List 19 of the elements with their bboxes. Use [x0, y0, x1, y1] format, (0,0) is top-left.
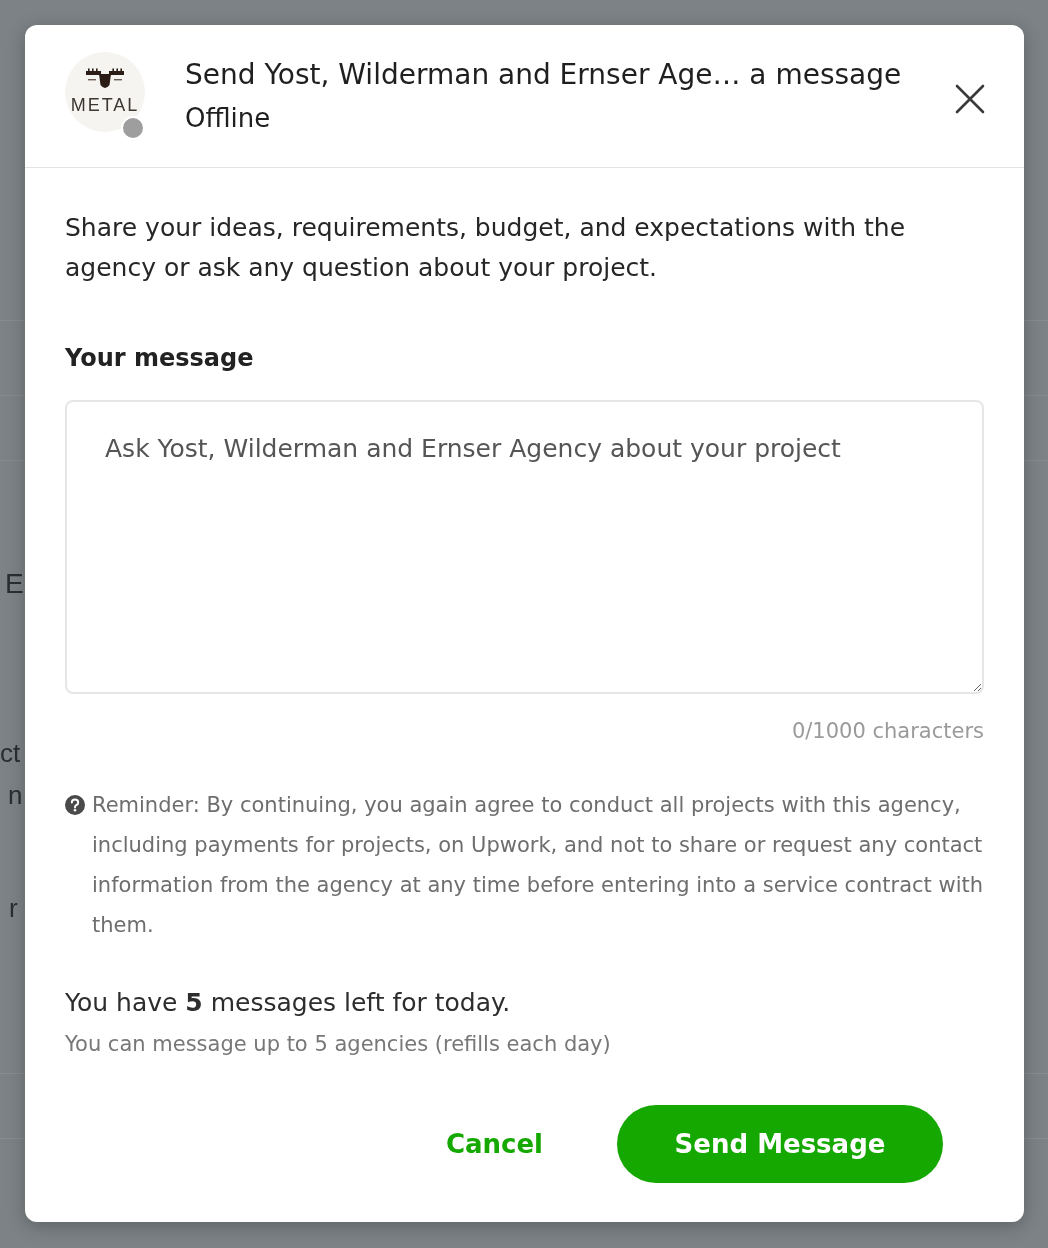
character-counter: 0/1000 characters: [791, 718, 984, 745]
background-text: n: [8, 781, 23, 809]
moose-icon: [85, 68, 125, 90]
close-icon: [955, 84, 985, 114]
cancel-button[interactable]: Cancel: [401, 1105, 587, 1183]
dialog-title: Send Yost, Wilderman and Ernser Age… a message: [185, 56, 902, 93]
question-icon: [65, 795, 85, 815]
intro-text: Share your ideas, requirements, budget, and expectations with the agency or ask any question about your project.: [65, 212, 907, 284]
logo-text: METAL: [70, 94, 140, 116]
background-text: E: [5, 570, 24, 598]
send-button[interactable]: Send Message: [617, 1105, 943, 1183]
background-text: r: [9, 894, 18, 922]
field-label: Your message: [65, 343, 254, 374]
message-field[interactable]: Ask Yost, Wilderman and Ernser Agency about your project: [65, 400, 984, 694]
reminder-text: Reminder: By continuing, you again agree to conduct all projects with this agency, including payments for projects, on Upwork, and not to share or request any contact information from the agency at any time before entering into a service contract with them.: [92, 792, 984, 939]
status-label: Offline: [185, 101, 271, 135]
messages-left-text: You have 5 messages left for today.: [65, 987, 511, 1019]
messages-limit-note: You can message up to 5 agencies (refills each day): [65, 1031, 611, 1058]
background-text: ct: [0, 739, 21, 767]
